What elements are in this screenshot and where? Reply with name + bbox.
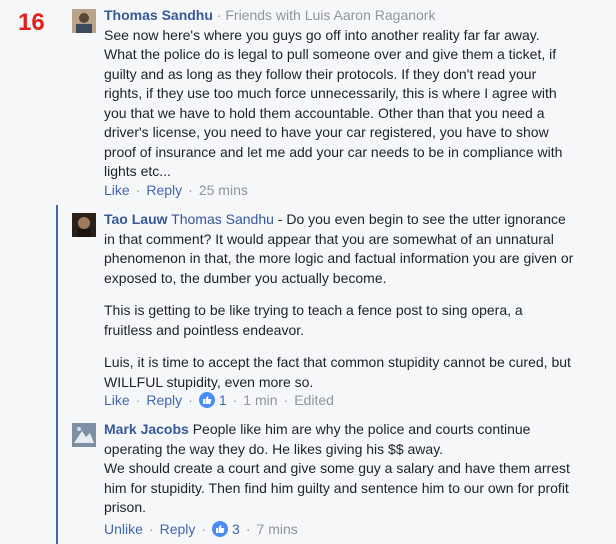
unlike-link[interactable]: Unlike	[104, 521, 143, 537]
mention-tag[interactable]: Thomas Sandhu	[171, 211, 274, 227]
avatar-photo-icon	[72, 213, 96, 237]
reply-link[interactable]: Reply	[146, 182, 182, 198]
timestamp[interactable]: 25 mins	[199, 182, 248, 198]
separator: ·	[216, 7, 222, 23]
comment-text: See now here's where you guys go off int…	[104, 26, 563, 180]
separator: ·	[135, 182, 141, 198]
comment-text: Luis, it is time to accept the fact that…	[104, 354, 571, 390]
comment-first-paragraph: Mark Jacobs People like him are why the …	[104, 420, 574, 459]
separator: ·	[135, 392, 141, 408]
comment-text: We should create a court and give some g…	[104, 460, 570, 515]
separator: ·	[283, 392, 289, 408]
comment-author[interactable]: Tao Lauw	[104, 211, 168, 227]
avatar-photo-icon	[72, 9, 96, 33]
reply-thread-line	[56, 205, 58, 544]
reply-link[interactable]: Reply	[160, 521, 196, 537]
timestamp[interactable]: 7 mins	[257, 521, 298, 537]
avatar[interactable]	[72, 423, 96, 447]
reaction-count[interactable]: 3	[232, 521, 240, 537]
comment-first-paragraph: Tao Lauw Thomas Sandhu - Do you even beg…	[104, 210, 574, 288]
separator: ·	[245, 521, 251, 537]
thumbs-up-icon[interactable]	[212, 521, 229, 537]
like-link[interactable]: Like	[104, 392, 130, 408]
avatar[interactable]	[72, 9, 96, 33]
avatar[interactable]	[72, 213, 96, 237]
avatar-photo-icon	[72, 423, 96, 447]
comment-author[interactable]: Mark Jacobs	[104, 421, 189, 437]
edited-label[interactable]: Edited	[294, 392, 334, 408]
thumbs-up-icon[interactable]	[198, 392, 215, 408]
like-link[interactable]: Like	[104, 182, 130, 198]
separator: ·	[188, 392, 193, 408]
reply-link[interactable]: Reply	[146, 392, 182, 408]
reaction-count[interactable]: 1	[219, 392, 227, 408]
separator: ·	[148, 521, 154, 537]
friend-relation: Friends with Luis Aaron Raganork	[225, 7, 436, 23]
post-number: 16	[18, 9, 45, 36]
separator: ·	[232, 392, 238, 408]
comment-author[interactable]: Thomas Sandhu	[104, 7, 213, 23]
comment-text: This is getting to be like trying to tea…	[104, 302, 523, 338]
timestamp[interactable]: 1 min	[243, 392, 277, 408]
separator: ·	[201, 521, 207, 537]
separator: ·	[188, 182, 193, 198]
